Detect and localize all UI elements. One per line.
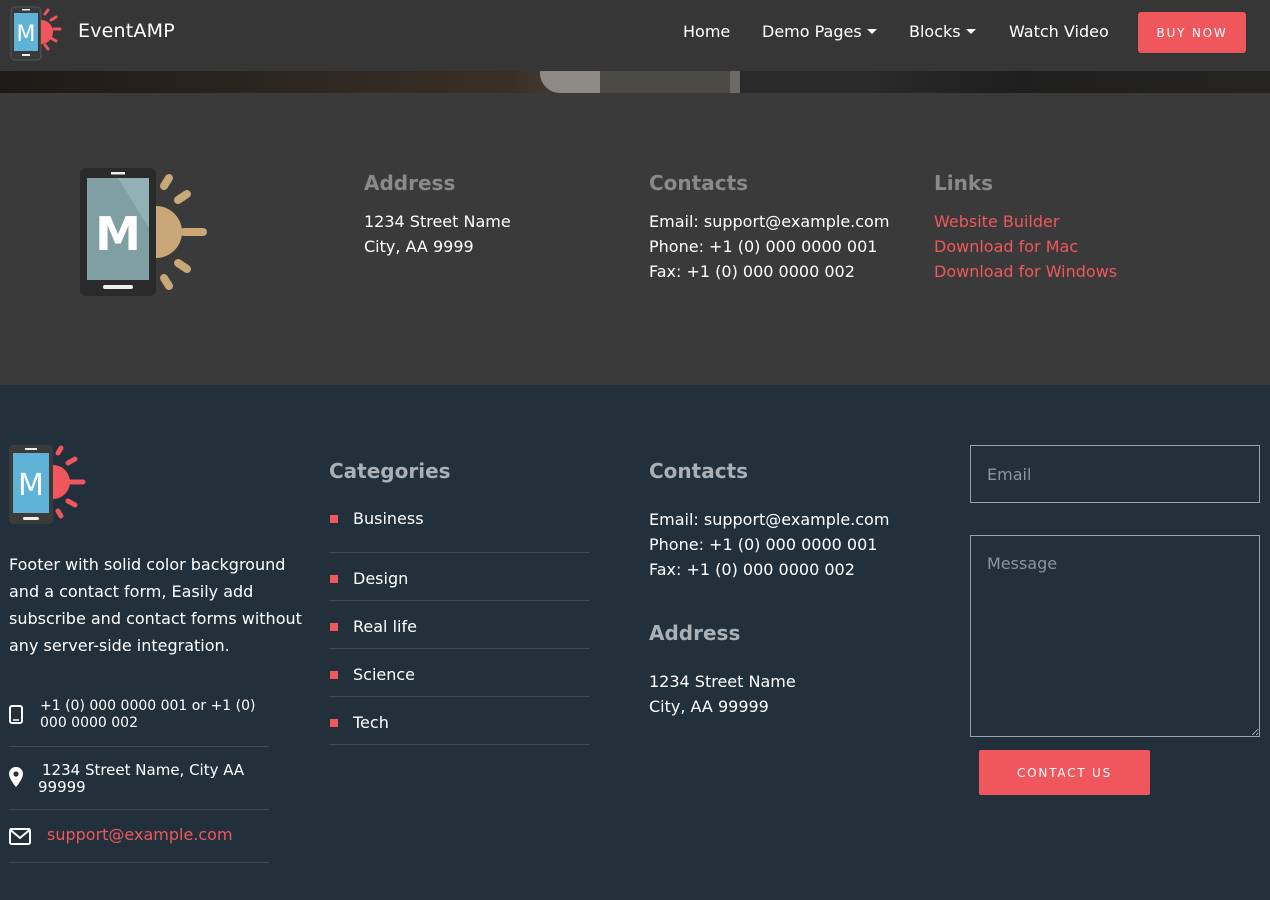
phone-line: 000 0000 002: [40, 715, 138, 731]
chevron-down-icon: [965, 29, 976, 34]
hero-image-fragment: [600, 71, 730, 93]
category-label: Business: [353, 509, 424, 528]
svg-text:M: M: [95, 207, 141, 261]
category-item-design[interactable]: Design: [329, 553, 590, 601]
footer-bottom: M Footer with solid color background and…: [0, 385, 1270, 900]
category-item-business[interactable]: Business: [329, 505, 590, 553]
info-row-phone: +1 (0) 000 0000 001 or +1 (0) 000 0000 0…: [9, 693, 269, 747]
address-block: 1234 Street Name City, AA 99999: [649, 669, 796, 719]
nav-blocks-label: Blocks: [909, 22, 961, 41]
categories-heading: Categories: [329, 459, 451, 483]
contact-us-button[interactable]: CONTACT US: [979, 750, 1150, 795]
contact-phone: Phone: +1 (0) 000 0000 001: [649, 237, 878, 256]
square-bullet-icon: [330, 671, 338, 679]
map-pin-icon: [9, 767, 23, 787]
contacts-heading: Contacts: [649, 459, 749, 483]
nav-demo-pages[interactable]: Demo Pages: [762, 22, 877, 41]
contact-email: Email: support@example.com: [649, 212, 890, 231]
footer-bottom-logo-icon: M: [9, 445, 86, 524]
link-download-mac[interactable]: Download for Mac: [934, 234, 1194, 259]
address-line: 1234 Street Name: [649, 672, 796, 691]
contact-email: Email: support@example.com: [649, 510, 890, 529]
address-line: City, AA 9999: [364, 237, 474, 256]
contact-fax: Fax: +1 (0) 000 0000 002: [649, 560, 855, 579]
phone-line: +1 (0) 000 0000 001 or +1 (0): [40, 698, 256, 714]
square-bullet-icon: [330, 575, 338, 583]
contacts-heading: Contacts: [649, 171, 749, 195]
category-label: Science: [353, 665, 416, 684]
footer-description: Footer with solid color background and a…: [9, 555, 302, 655]
email-field[interactable]: [970, 445, 1260, 503]
footer-top-contacts: Contacts Email: support@example.com Phon…: [649, 171, 909, 284]
hero-image-fragment: [740, 71, 870, 93]
contacts-block: Email: support@example.com Phone: +1 (0)…: [649, 507, 889, 582]
nav-home[interactable]: Home: [683, 22, 730, 41]
square-bullet-icon: [330, 623, 338, 631]
square-bullet-icon: [330, 515, 338, 523]
envelope-icon: [9, 828, 31, 845]
info-row-email: support@example.com: [9, 810, 269, 863]
address-line: City, AA 99999: [649, 697, 769, 716]
nav-links: Home Demo Pages Blocks Watch Video: [0, 22, 1270, 44]
links-heading: Links: [934, 171, 994, 195]
address-heading: Address: [364, 171, 456, 195]
navbar: M EventAMP Home Demo Pages Blocks Watch …: [0, 0, 1270, 71]
category-label: Design: [353, 569, 409, 588]
nav-demo-pages-label: Demo Pages: [762, 22, 862, 41]
category-label: Tech: [353, 713, 389, 732]
link-website-builder[interactable]: Website Builder: [934, 209, 1194, 234]
link-download-windows[interactable]: Download for Windows: [934, 259, 1194, 284]
email-text: support@example.com: [47, 826, 233, 845]
address-line: 1234 Street Name, City AA: [42, 761, 245, 779]
phone-text: +1 (0) 000 0000 001 or +1 (0) 000 0000 0…: [40, 698, 265, 732]
chevron-down-icon: [866, 29, 877, 34]
svg-text:M: M: [18, 468, 44, 503]
nav-watch-video[interactable]: Watch Video: [1009, 22, 1109, 41]
footer-logo-icon: M: [80, 168, 207, 296]
phone-icon: [9, 705, 23, 724]
category-item-tech[interactable]: Tech: [329, 697, 590, 745]
contact-fax: Fax: +1 (0) 000 0000 002: [649, 262, 855, 281]
message-field[interactable]: [970, 535, 1260, 737]
buy-now-button[interactable]: BUY NOW: [1138, 12, 1246, 53]
info-row-address: 1234 Street Name, City AA 99999: [9, 747, 269, 810]
category-label: Real life: [353, 617, 417, 636]
address-text: 1234 Street Name, City AA 99999: [38, 762, 263, 796]
square-bullet-icon: [330, 719, 338, 727]
nav-blocks[interactable]: Blocks: [909, 22, 976, 41]
category-item-science[interactable]: Science: [329, 649, 590, 697]
footer-top-address: Address 1234 Street Name City, AA 9999: [364, 171, 624, 259]
footer-top: M Address 1234 Street Name City, AA 9999…: [0, 93, 1270, 385]
address-heading: Address: [649, 621, 741, 645]
address-line: 99999: [38, 778, 86, 796]
hero-image-strip: [0, 71, 1270, 93]
email-link[interactable]: support@example.com: [47, 825, 233, 844]
category-item-real-life[interactable]: Real life: [329, 601, 590, 649]
address-line: 1234 Street Name: [364, 212, 511, 231]
categories-list: Business Design Real life Science Tech: [329, 505, 590, 745]
footer-top-links: Links Website Builder Download for Mac D…: [934, 171, 1194, 284]
contact-phone: Phone: +1 (0) 000 0000 001: [649, 535, 878, 554]
